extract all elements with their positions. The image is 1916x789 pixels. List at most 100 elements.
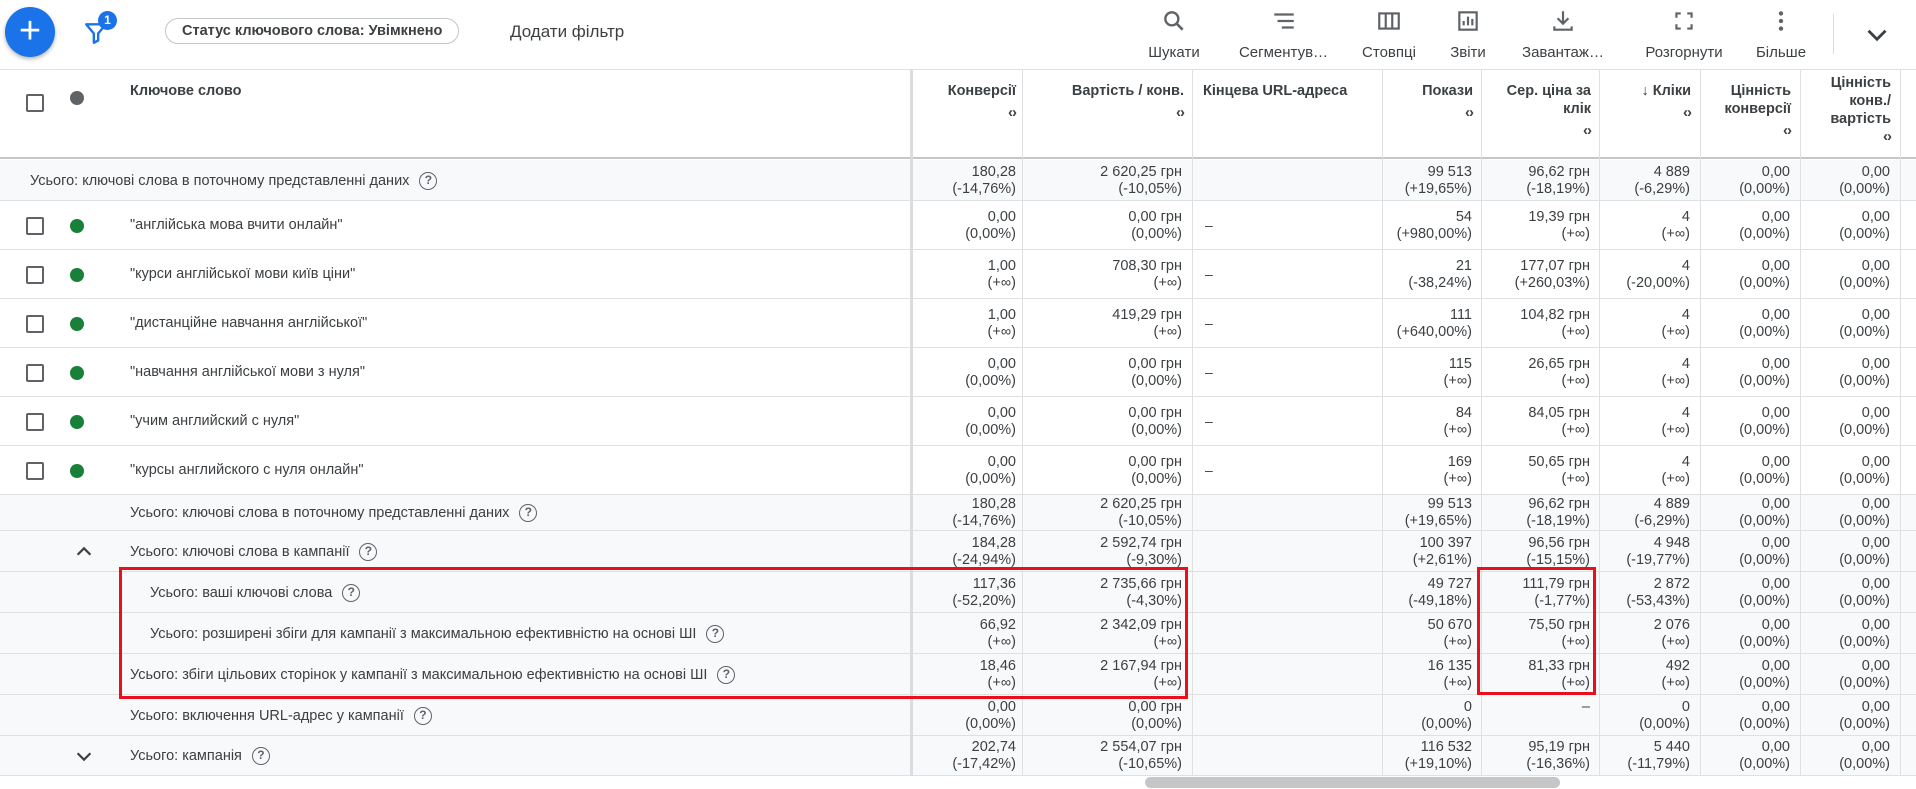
help-icon[interactable]: ?	[717, 666, 736, 684]
chevron-down-icon[interactable]	[1860, 18, 1894, 52]
metric-value: 419,29 грн	[1112, 307, 1182, 323]
columns-button[interactable]: Стовпці	[1358, 8, 1420, 64]
help-icon[interactable]: ?	[706, 625, 725, 643]
keyword-row[interactable]: "курси англійської мови київ ціни" –1,00(…	[0, 250, 1916, 299]
keyword-row[interactable]: "англійська мова вчити онлайн" –0,00 (0,00…	[0, 201, 1916, 250]
download-button[interactable]: Завантаж…	[1517, 8, 1609, 64]
keyword-text[interactable]: "учим английский с нуля"	[130, 413, 299, 430]
metric-cell-impr: 16 135 (+∞)	[1386, 658, 1472, 692]
header-clicks[interactable]: ↓ Кліки ‹›	[1601, 70, 1701, 158]
metric-change: (+∞)	[1443, 471, 1472, 487]
status-filter-chip[interactable]: Статус ключового слова: Увімкнено	[165, 18, 460, 44]
sort-arrows-icon: ‹›	[1176, 104, 1185, 121]
metric-cell-cpc: 81,33 грн (+∞)	[1486, 658, 1590, 692]
metric-cell-cv: 0,00 (0,00%)	[1703, 209, 1790, 243]
row-checkbox[interactable]	[26, 315, 44, 333]
keyword-text[interactable]: "навчання англійської мови з нуля"	[130, 364, 365, 381]
header-cost-label: Вартість / конв.	[1071, 83, 1184, 99]
metric-change: (0,00%)	[1131, 373, 1182, 389]
help-icon[interactable]: ?	[342, 584, 361, 602]
metric-change: (-38,24%)	[1408, 275, 1472, 291]
metric-change: (0,00%)	[1839, 471, 1890, 487]
help-icon[interactable]: ?	[519, 504, 538, 522]
metric-change: (+∞)	[1561, 675, 1590, 691]
add-filter-button[interactable]: Додати фільтр	[510, 22, 624, 42]
metric-value: 0,00 грн	[1128, 209, 1182, 225]
help-icon[interactable]: ?	[251, 747, 270, 765]
metric-value: 4	[1681, 356, 1690, 372]
sort-down-icon: ↓	[1641, 83, 1649, 99]
metric-change: (0,00%)	[1839, 634, 1890, 650]
metric-change: (0,00%)	[1739, 373, 1790, 389]
metric-value: 115	[1448, 356, 1472, 372]
metric-value: 84	[1455, 405, 1472, 421]
column-divider	[1800, 70, 1801, 776]
metric-value: 0,00	[987, 405, 1016, 421]
help-icon[interactable]: ?	[419, 172, 438, 190]
row-checkbox[interactable]	[26, 462, 44, 480]
metric-cell-cvc: 0,00 (0,00%)	[1803, 405, 1890, 439]
metric-cell-conv: 184,28 (-24,94%)	[926, 535, 1016, 569]
metric-value: 177,07 грн	[1520, 258, 1590, 274]
metric-cell-cv: 0,00 (0,00%)	[1703, 454, 1790, 488]
metric-change: (+∞)	[987, 275, 1016, 291]
total-row: Усього: ключові слова в поточному предст…	[0, 495, 1916, 531]
reports-button[interactable]: Звіти	[1445, 8, 1491, 64]
total-row: Усього: кампанія? 202,74 (-17,42%) 2 554,07…	[0, 736, 1916, 776]
metric-cell-clicks: 5 440 (-11,79%)	[1603, 739, 1690, 773]
select-all-checkbox[interactable]	[26, 94, 44, 112]
row-checkbox[interactable]	[26, 266, 44, 284]
metric-value: 50,65 грн	[1528, 454, 1590, 470]
metric-cell-impr: 49 727 (-49,18%)	[1386, 576, 1472, 610]
row-checkbox[interactable]	[26, 217, 44, 235]
header-final-url[interactable]: Кінцева URL-адреса	[1203, 70, 1383, 158]
more-button[interactable]: Більше	[1752, 8, 1810, 64]
keyword-row[interactable]: "навчання англійської мови з нуля" –0,00(…	[0, 348, 1916, 397]
keyword-row[interactable]: "курсы английского с нуля онлайн" –0,00 (0…	[0, 446, 1916, 495]
metric-change: (0,00%)	[1131, 716, 1182, 732]
collapse-chevron-icon[interactable]	[72, 541, 96, 563]
metric-change: (+∞)	[1561, 324, 1590, 340]
keyword-row[interactable]: "дистанційне навчання англійської" –1,00(…	[0, 299, 1916, 348]
metric-value: 0,00	[1761, 209, 1790, 225]
status-enabled-icon	[70, 415, 84, 429]
metric-change: (-18,19%)	[1526, 181, 1590, 197]
header-keyword[interactable]: Ключове слово	[130, 70, 910, 158]
header-avg-cpc[interactable]: Сер. ціна за клік ‹›	[1483, 70, 1601, 158]
segment-button[interactable]: Сегментув…	[1236, 8, 1331, 64]
header-impressions[interactable]: Покази ‹›	[1383, 70, 1483, 158]
metric-value: 0,00	[1761, 454, 1790, 470]
row-checkbox[interactable]	[26, 364, 44, 382]
metric-change: (-20,00%)	[1626, 275, 1690, 291]
metric-value: 96,62 грн	[1528, 164, 1590, 180]
header-conv-value[interactable]: Цінність конверсії ‹›	[1701, 70, 1801, 158]
metric-cell-impr: 100 397 (+2,61%)	[1386, 535, 1472, 569]
metric-value: 0,00	[1761, 496, 1790, 512]
help-icon[interactable]: ?	[359, 543, 378, 561]
expand-button[interactable]: Розгорнути	[1640, 8, 1728, 64]
help-icon[interactable]: ?	[413, 707, 432, 725]
metric-change: (+∞)	[1443, 675, 1472, 691]
metric-cell-cvc: 0,00 (0,00%)	[1803, 658, 1890, 692]
keyword-text[interactable]: "англійська мова вчити онлайн"	[130, 217, 343, 234]
keyword-text[interactable]: "дистанційне навчання англійської"	[130, 315, 367, 332]
horizontal-scrollbar[interactable]	[1145, 777, 1560, 788]
metric-change: (-10,05%)	[1118, 181, 1182, 197]
metric-change: (+∞)	[1661, 324, 1690, 340]
header-conv-value-cost[interactable]: Цінність конв./ вартість ‹›	[1801, 70, 1901, 158]
metric-cell-impr: 0 (0,00%)	[1386, 699, 1472, 733]
header-conversions[interactable]: Конверсії ‹›	[922, 70, 1026, 158]
header-cost-per-conv[interactable]: Вартість / конв. ‹›	[1026, 70, 1194, 158]
metric-cell-impr: 169 (+∞)	[1386, 454, 1472, 488]
keyword-row[interactable]: "учим английский с нуля" –0,00 (0,00%) 0,00…	[0, 397, 1916, 446]
keyword-text[interactable]: "курси англійської мови київ ціни"	[130, 266, 355, 283]
search-button[interactable]: Шукати	[1145, 8, 1203, 64]
keyword-text[interactable]: "курсы английского с нуля онлайн"	[130, 462, 364, 479]
sort-arrows-icon: ‹›	[1583, 122, 1592, 139]
row-checkbox[interactable]	[26, 413, 44, 431]
add-button[interactable]: +	[5, 7, 55, 57]
total-label: Усього: ключові слова в кампанії?	[130, 543, 378, 561]
metric-cell-conv: 66,92 (+∞)	[926, 617, 1016, 651]
expand-chevron-icon[interactable]	[72, 745, 96, 767]
metric-cell-conv: 0,00 (0,00%)	[926, 209, 1016, 243]
